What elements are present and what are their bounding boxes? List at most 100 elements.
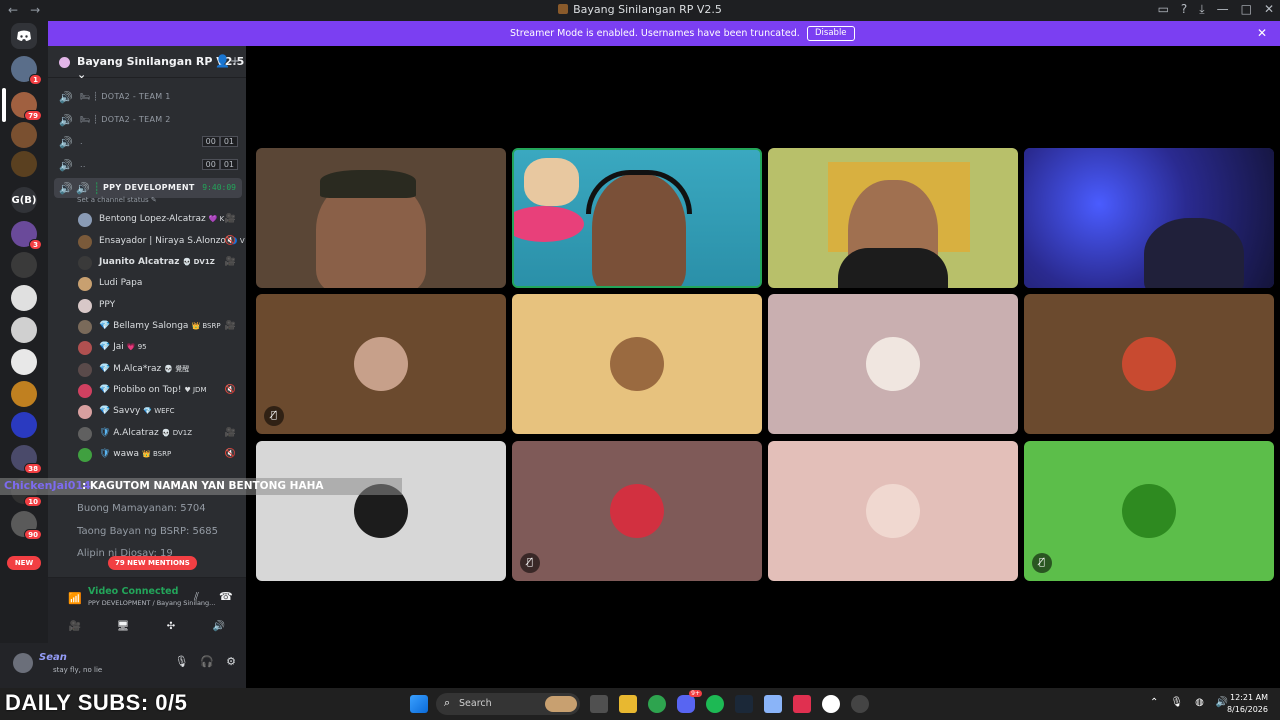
voice-member[interactable]: Bentong Lopez-Alcatraz 💜 K 🎥 bbox=[76, 210, 242, 230]
member-name: Ludi Papa bbox=[99, 278, 142, 288]
wifi-icon[interactable]: ◍ bbox=[1195, 697, 1204, 708]
voice-member[interactable]: Juanito Alcatraz 💀 DV1Z 🎥 bbox=[76, 253, 242, 273]
taskbar-search[interactable]: ⌕ Search bbox=[436, 693, 580, 715]
obs-like-icon[interactable] bbox=[793, 695, 811, 713]
close-button[interactable]: ✕ bbox=[1264, 2, 1274, 17]
avatar-tile[interactable]: 🎙̸ bbox=[256, 294, 506, 434]
maximize-button[interactable]: □ bbox=[1241, 2, 1252, 17]
server-icon-14[interactable]: 90 bbox=[11, 511, 42, 540]
server-icon-5[interactable]: 3 bbox=[11, 221, 42, 250]
voice-member[interactable]: 💎 Piobibo on Top! ♥ JDM 🔇 bbox=[76, 381, 242, 401]
server-icon-2[interactable]: 79 bbox=[2, 88, 42, 122]
mention-badge: 38 bbox=[24, 463, 42, 474]
voice-member[interactable]: 🛡 A.Alcatraz 💀 DV1Z 🎥 bbox=[76, 424, 242, 444]
voice-member[interactable]: PPY bbox=[76, 296, 242, 316]
voice-member[interactable]: Ensayador | Niraya S.Alonzo 🔵 V 🔇 bbox=[76, 232, 245, 252]
channel-status[interactable]: Set a channel status ✎ bbox=[77, 196, 157, 204]
microphone-tray-icon[interactable]: 🎙 bbox=[1170, 697, 1183, 708]
new-unreads-pill[interactable]: NEW bbox=[7, 556, 41, 570]
video-tile[interactable] bbox=[768, 148, 1018, 288]
video-tile-speaking[interactable] bbox=[512, 148, 762, 288]
channel-name: DOTA2 - TEAM 2 bbox=[101, 115, 171, 124]
avatar-tile[interactable] bbox=[768, 441, 1018, 581]
member-tag: ♥ JDM bbox=[184, 386, 207, 394]
voice-member[interactable]: 💎 Jai 💗 95 bbox=[76, 338, 242, 358]
windows-start-icon[interactable] bbox=[410, 695, 428, 713]
member-name: Ensayador | Niraya S.Alonzo 🔵 V bbox=[99, 236, 245, 246]
discord-taskbar-icon[interactable]: 9+ bbox=[677, 690, 702, 713]
camera-button[interactable]: 🎥 bbox=[56, 618, 94, 636]
channel-taong-bayan[interactable]: Taong Bayan ng BSRP: 5685 bbox=[77, 526, 218, 537]
server-icon-gb[interactable]: G(B) bbox=[11, 187, 37, 213]
server-icon-12[interactable]: 38 bbox=[11, 445, 42, 474]
mic-muted-icon: 🎙̸ bbox=[520, 553, 540, 573]
system-clock[interactable]: 12:21 AM 8/16/2026 bbox=[1227, 692, 1268, 716]
channel-label: 🛏 ┊ DOTA2 - TEAM 2 bbox=[80, 115, 171, 124]
file-explorer-icon[interactable] bbox=[619, 695, 637, 713]
discord-home-icon[interactable] bbox=[11, 23, 37, 49]
signal-icon[interactable]: 📶 bbox=[68, 592, 82, 605]
activities-button[interactable]: ✣ bbox=[152, 618, 190, 636]
new-mentions-pill[interactable]: 79 NEW MENTIONS bbox=[108, 556, 197, 570]
channel-prefix: 🛏 ┊ bbox=[80, 115, 99, 124]
app-icon[interactable] bbox=[822, 695, 840, 713]
minimize-button[interactable]: — bbox=[1217, 2, 1229, 17]
download-icon[interactable]: ⤓ bbox=[1199, 2, 1204, 17]
app-icon-2[interactable] bbox=[851, 695, 869, 713]
avatar-tile[interactable]: 🎙̸ bbox=[1024, 441, 1274, 581]
voice-channel-dotdot[interactable]: 🔊 .. 00 01 bbox=[48, 155, 246, 175]
channel-buong-mamayanan[interactable]: Buong Mamayanan: 5704 bbox=[77, 503, 206, 514]
noise-suppression-icon[interactable]: ⫽ bbox=[194, 590, 199, 604]
voice-member[interactable]: 💎 Savvy 💎 WEFC bbox=[76, 402, 242, 422]
voice-channel-dota2-team1[interactable]: 🔊 🛏 ┊ DOTA2 - TEAM 1 bbox=[48, 87, 246, 107]
member-name: 💎 M.Alca*raz 💀 覺醒 bbox=[99, 364, 190, 374]
voice-member[interactable]: 💎 Bellamy Salonga 👑 BSRP 🎥 bbox=[76, 317, 242, 337]
username[interactable]: Sean bbox=[39, 652, 67, 663]
avatar-tile[interactable] bbox=[256, 441, 506, 581]
avatar-tile[interactable] bbox=[512, 294, 762, 434]
spotify-icon[interactable] bbox=[706, 695, 724, 713]
video-tile[interactable] bbox=[256, 148, 506, 288]
inbox-icon[interactable]: ▭ bbox=[1158, 2, 1169, 17]
invite-people-icon[interactable]: 👤+ bbox=[215, 54, 240, 68]
steam-icon[interactable] bbox=[735, 695, 753, 713]
server-icon-9[interactable] bbox=[11, 349, 37, 375]
help-icon[interactable]: ? bbox=[1181, 2, 1187, 17]
server-icon-1[interactable]: 1 bbox=[11, 56, 42, 85]
voice-member[interactable]: 🛡 wawa 👑 BSRP 🔇 bbox=[76, 445, 242, 465]
task-view-icon[interactable] bbox=[590, 695, 608, 713]
voice-member[interactable]: Ludi Papa bbox=[76, 274, 242, 294]
server-icon-3[interactable] bbox=[11, 122, 37, 148]
member-name: 💎 Jai 💗 95 bbox=[99, 342, 147, 352]
server-icon-7[interactable] bbox=[11, 285, 37, 311]
server-icon-6[interactable] bbox=[11, 252, 37, 278]
disable-button[interactable]: Disable bbox=[807, 26, 855, 41]
chrome-icon[interactable] bbox=[648, 695, 666, 713]
headphones-icon[interactable]: 🎧 bbox=[200, 655, 214, 668]
server-icon-8[interactable] bbox=[11, 317, 37, 343]
video-tile[interactable] bbox=[1024, 148, 1274, 288]
server-icon-11[interactable] bbox=[11, 412, 37, 438]
count-limit: 01 bbox=[219, 159, 238, 170]
close-icon[interactable]: ✕ bbox=[1257, 26, 1267, 40]
screen-share-button[interactable]: 🖥 bbox=[104, 618, 142, 636]
guild-header[interactable]: Bayang Sinilangan RP V2.5 ⌄ 👤+ bbox=[48, 46, 246, 81]
avatar-tile[interactable] bbox=[768, 294, 1018, 434]
server-icon-4[interactable] bbox=[11, 151, 37, 177]
chevron-up-icon[interactable]: ⌃ bbox=[1150, 697, 1158, 708]
settings-gear-icon[interactable]: ⚙ bbox=[226, 655, 236, 668]
microphone-icon[interactable]: 🎙 bbox=[174, 655, 188, 668]
voice-channel-ppy-development[interactable]: 🔊 🔊 ┊ PPY DEVELOPMENT 9:40:09 bbox=[54, 178, 242, 198]
voice-channel-dot[interactable]: 🔊 . 00 01 bbox=[48, 132, 246, 152]
avatar-tile[interactable]: 🎙̸ bbox=[512, 441, 762, 581]
avatar[interactable] bbox=[13, 653, 33, 673]
server-icon-10[interactable] bbox=[11, 381, 37, 407]
voice-member[interactable]: 💎 M.Alca*raz 💀 覺醒 bbox=[76, 360, 242, 380]
avatar-tile[interactable] bbox=[1024, 294, 1274, 434]
avatar bbox=[1122, 337, 1176, 391]
soundboard-button[interactable]: 🔊 bbox=[200, 618, 238, 636]
disconnect-icon[interactable]: ☎ bbox=[219, 590, 233, 603]
notepad-icon[interactable] bbox=[764, 695, 782, 713]
camera-icon: 🎥 bbox=[224, 214, 236, 224]
voice-channel-dota2-team2[interactable]: 🔊 🛏 ┊ DOTA2 - TEAM 2 bbox=[48, 110, 246, 130]
